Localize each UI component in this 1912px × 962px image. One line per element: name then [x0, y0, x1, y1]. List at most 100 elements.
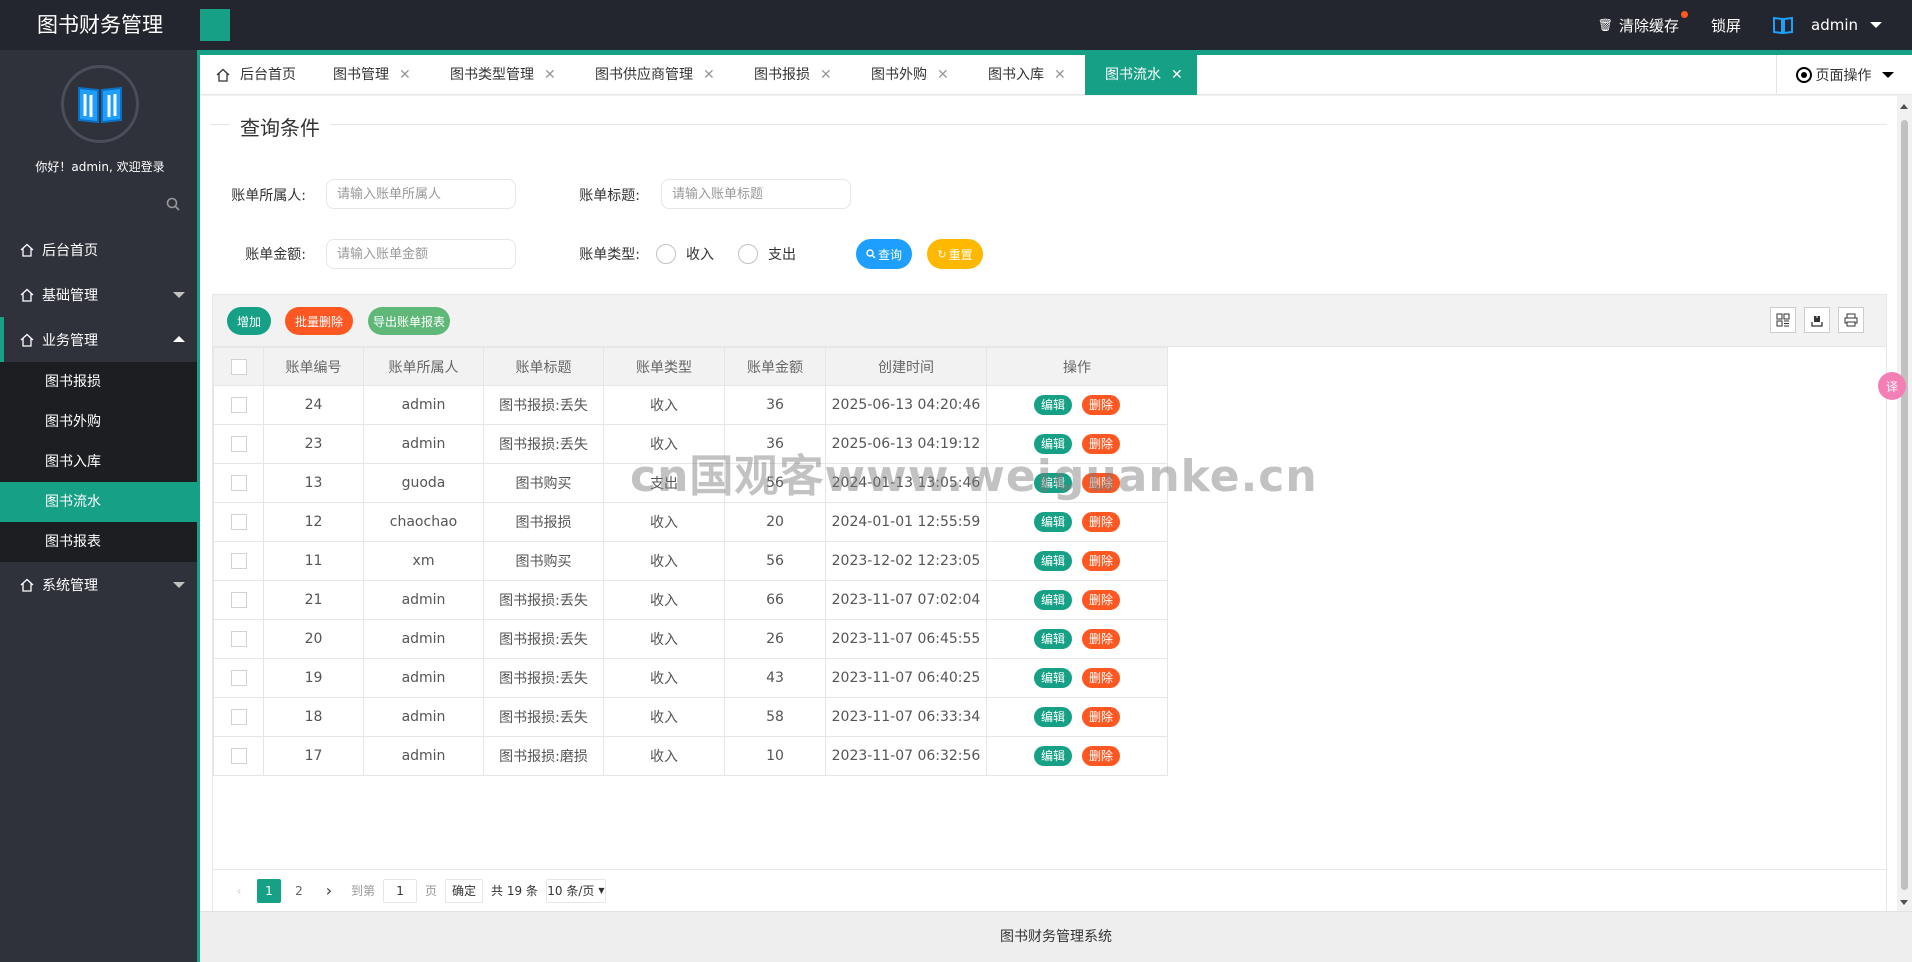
close-icon[interactable]: ✕ — [937, 55, 949, 95]
export-report-button[interactable]: 导出账单报表 — [368, 307, 450, 335]
goto-confirm-button[interactable]: 确定 — [445, 878, 484, 903]
row-checkbox[interactable] — [230, 514, 247, 530]
edit-button[interactable]: 编辑 — [1033, 395, 1072, 415]
tab-home[interactable]: 后台首页 — [216, 55, 296, 95]
owner-input[interactable] — [326, 179, 516, 209]
edit-button[interactable]: 编辑 — [1033, 434, 1072, 454]
delete-button[interactable]: 删除 — [1082, 707, 1121, 727]
edit-button[interactable]: 编辑 — [1033, 668, 1072, 688]
sidebar-item-book-report[interactable]: 图书报表 — [0, 522, 197, 562]
user-menu[interactable]: admin — [1773, 16, 1882, 34]
search-button[interactable]: 查询 — [856, 239, 912, 269]
sidebar-toggle-button[interactable] — [200, 9, 230, 41]
delete-button[interactable]: 删除 — [1082, 668, 1121, 688]
row-checkbox[interactable] — [230, 475, 247, 491]
edit-button[interactable]: 编辑 — [1033, 746, 1072, 766]
edit-button[interactable]: 编辑 — [1033, 590, 1072, 610]
tab-book-stock-in[interactable]: 图书入库 ✕ — [988, 55, 1066, 95]
sidebar-item-system[interactable]: 系统管理 — [0, 562, 197, 607]
sidebar-search-button[interactable] — [166, 197, 180, 215]
reset-button[interactable]: ↻ 重置 — [927, 239, 983, 269]
close-icon[interactable]: ✕ — [703, 55, 715, 95]
next-page-button[interactable]: › — [317, 879, 341, 903]
edit-button[interactable]: 编辑 — [1033, 551, 1072, 571]
row-checkbox[interactable] — [230, 709, 247, 725]
edit-button[interactable]: 编辑 — [1033, 473, 1072, 493]
edit-button[interactable]: 编辑 — [1033, 707, 1072, 727]
row-checkbox[interactable] — [230, 397, 247, 413]
page-size-select[interactable]: 10 条/页 ▼ — [545, 878, 606, 903]
legend-line — [210, 124, 1887, 125]
row-checkbox[interactable] — [230, 436, 247, 452]
amount-label: 账单金额: — [245, 247, 306, 263]
type-radio-income[interactable]: 收入 — [656, 244, 714, 264]
column-header[interactable]: 账单金额 — [724, 347, 826, 386]
sidebar-item-home[interactable]: 后台首页 — [0, 227, 197, 272]
sidebar-item-book-damage[interactable]: 图书报损 — [0, 362, 197, 402]
column-header[interactable]: 创建时间 — [825, 347, 987, 386]
clear-cache-button[interactable]: 🗑 清除缓存 — [1598, 10, 1688, 36]
sidebar-item-book-flow[interactable]: 图书流水 — [0, 482, 197, 522]
close-icon[interactable]: ✕ — [399, 55, 411, 95]
add-button[interactable]: 增加 — [227, 307, 271, 335]
column-header[interactable]: 账单编号 — [263, 347, 364, 386]
amount-input[interactable] — [326, 239, 516, 269]
prev-page-button[interactable]: ‹ — [227, 879, 251, 903]
tab-book-damage[interactable]: 图书报损 ✕ — [754, 55, 832, 95]
lock-screen-button[interactable]: 锁屏 — [1711, 15, 1741, 36]
goto-page-input[interactable]: 1 — [383, 878, 418, 903]
page-operations-menu[interactable]: 页面操作 — [1776, 55, 1912, 95]
print-button[interactable] — [1838, 307, 1864, 333]
sidebar-item-book-stock-in[interactable]: 图书入库 — [0, 442, 197, 482]
column-header[interactable]: 账单类型 — [603, 347, 725, 386]
cell-time: 2023-12-02 12:23:05 — [825, 541, 987, 581]
tab-book-flow[interactable]: 图书流水 ✕ — [1085, 55, 1197, 95]
type-radio-expense[interactable]: 支出 — [738, 244, 796, 264]
sidebar-item-business[interactable]: 业务管理 — [0, 317, 197, 362]
close-icon[interactable]: ✕ — [1054, 55, 1066, 95]
tab-book-supplier[interactable]: 图书供应商管理 ✕ — [595, 55, 715, 95]
delete-button[interactable]: 删除 — [1082, 746, 1121, 766]
cell-owner: chaochao — [363, 502, 484, 542]
close-icon[interactable]: ✕ — [820, 55, 832, 95]
export-button[interactable] — [1804, 307, 1830, 333]
delete-button[interactable]: 删除 — [1082, 590, 1121, 610]
row-checkbox[interactable] — [230, 748, 247, 764]
page-1-button[interactable]: 1 — [257, 878, 281, 903]
tab-book-purchase[interactable]: 图书外购 ✕ — [871, 55, 949, 95]
scrollbar-thumb[interactable] — [1901, 120, 1908, 890]
cell-actions: 编辑 删除 — [986, 697, 1168, 737]
cell-id: 13 — [263, 463, 364, 503]
batch-delete-button[interactable]: 批量删除 — [285, 307, 353, 335]
cell-type: 收入 — [603, 580, 725, 620]
scroll-down-icon[interactable] — [1900, 900, 1908, 905]
edit-button[interactable]: 编辑 — [1033, 512, 1072, 532]
delete-button[interactable]: 删除 — [1082, 551, 1121, 571]
select-all-checkbox[interactable] — [230, 358, 247, 375]
edit-button[interactable]: 编辑 — [1033, 629, 1072, 649]
delete-button[interactable]: 删除 — [1082, 434, 1121, 454]
delete-button[interactable]: 删除 — [1082, 395, 1121, 415]
close-icon[interactable]: ✕ — [544, 55, 556, 95]
row-checkbox[interactable] — [230, 631, 247, 647]
delete-button[interactable]: 删除 — [1082, 512, 1121, 532]
scroll-up-icon[interactable] — [1900, 104, 1908, 109]
title-input[interactable] — [661, 179, 851, 209]
row-checkbox[interactable] — [230, 670, 247, 686]
sidebar-item-book-purchase[interactable]: 图书外购 — [0, 402, 197, 442]
page-2-button[interactable]: 2 — [287, 879, 311, 903]
row-checkbox[interactable] — [230, 553, 247, 569]
close-icon[interactable]: ✕ — [1171, 55, 1183, 95]
tab-book-manage[interactable]: 图书管理 ✕ — [333, 55, 411, 95]
translate-float-icon[interactable]: 译 — [1878, 372, 1906, 400]
table-row: 17 admin 图书报损:磨损 收入 10 2023-11-07 06:32:56 编辑删… — [213, 736, 1168, 776]
column-header[interactable]: 账单标题 — [483, 347, 604, 386]
column-header[interactable]: 账单所属人 — [363, 347, 484, 386]
vertical-scrollbar[interactable] — [1897, 96, 1912, 911]
sidebar-item-basic[interactable]: 基础管理 — [0, 272, 197, 317]
delete-button[interactable]: 删除 — [1082, 473, 1121, 493]
tab-book-type[interactable]: 图书类型管理 ✕ — [450, 55, 556, 95]
delete-button[interactable]: 删除 — [1082, 629, 1121, 649]
row-checkbox[interactable] — [230, 592, 247, 608]
columns-filter-button[interactable] — [1770, 307, 1796, 333]
